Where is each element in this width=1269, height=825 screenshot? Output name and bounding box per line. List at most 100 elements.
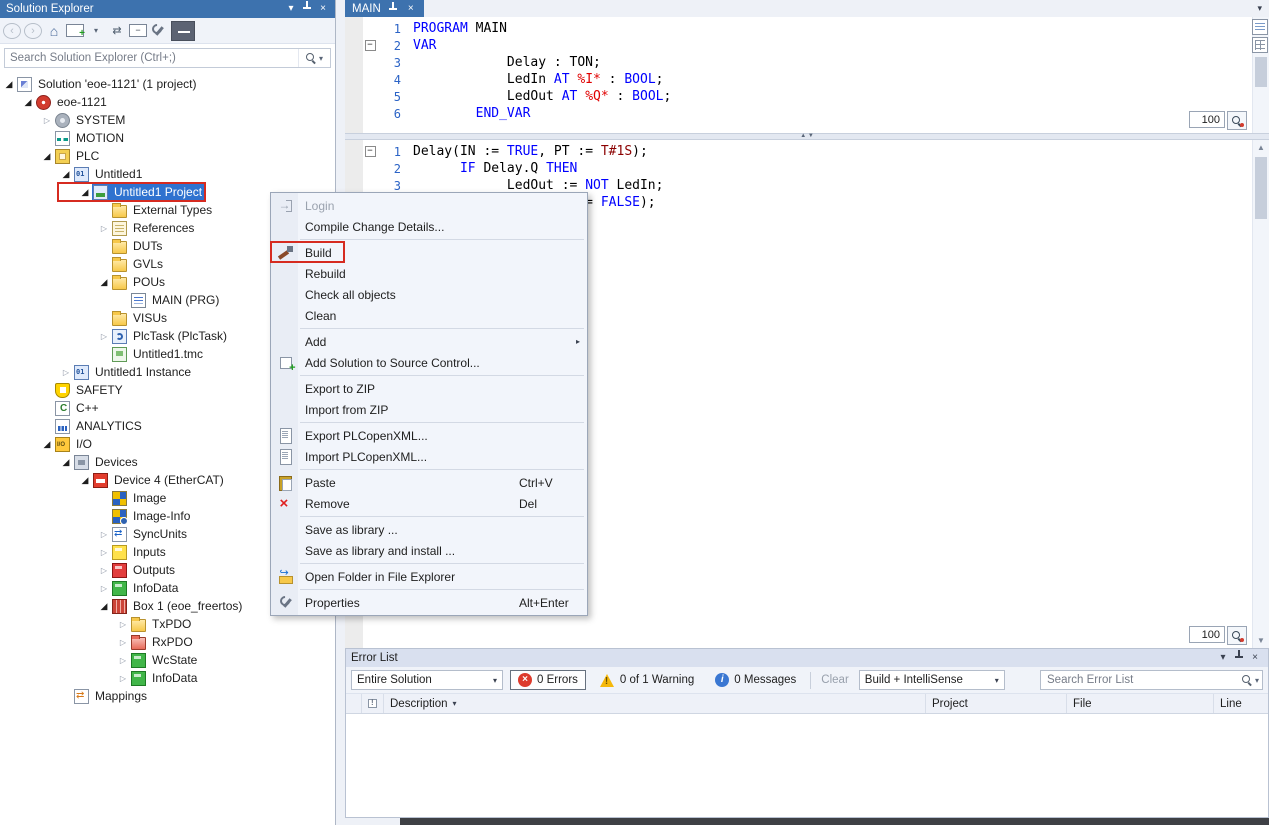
- tree-item-mappings[interactable]: Mappings: [0, 687, 335, 705]
- menu-item-import-from-zip[interactable]: Import from ZIP: [271, 399, 587, 420]
- expand-arrow-expanded-icon[interactable]: ◢: [97, 601, 111, 612]
- expand-arrow-expanded-icon[interactable]: ◢: [21, 97, 35, 108]
- pin-icon[interactable]: [1231, 650, 1247, 666]
- menu-item-save-as-library[interactable]: Save as library ...: [271, 519, 587, 540]
- flag-column-header[interactable]: [362, 694, 384, 713]
- fold-box-icon[interactable]: −: [365, 146, 376, 157]
- menu-item-add-solution-to-source-control[interactable]: Add Solution to Source Control...: [271, 352, 587, 373]
- expand-arrow-collapsed-icon[interactable]: ▷: [116, 674, 130, 683]
- tree-item-rxpdo[interactable]: ▷RxPDO: [0, 633, 335, 651]
- menu-item-properties[interactable]: PropertiesAlt+Enter: [271, 592, 587, 613]
- menu-item-compile-change-details[interactable]: Compile Change Details...: [271, 216, 587, 237]
- tree-item-eoe-1121[interactable]: ◢eoe-1121: [0, 93, 335, 111]
- scroll-up-icon[interactable]: ▲: [1253, 140, 1269, 155]
- errors-filter-button[interactable]: × 0 Errors: [510, 670, 586, 690]
- document-well-caret-icon[interactable]: ▾: [1250, 0, 1269, 17]
- menu-item-export-plcopenxml[interactable]: Export PLCopenXML...: [271, 425, 587, 446]
- expand-arrow-expanded-icon[interactable]: ◢: [59, 169, 73, 180]
- tree-item-plc[interactable]: ◢PLC: [0, 147, 335, 165]
- tab-pin-icon[interactable]: [387, 2, 399, 16]
- scrollbar-thumb[interactable]: [1255, 157, 1267, 219]
- tree-item-untitled1[interactable]: ◢Untitled1: [0, 165, 335, 183]
- close-icon[interactable]: ×: [315, 1, 331, 17]
- expand-arrow-collapsed-icon[interactable]: ▷: [97, 530, 111, 539]
- editor-pane-declarations[interactable]: 1PROGRAM MAIN−2VAR3 Delay : TON;4 LedIn …: [345, 17, 1269, 133]
- expand-arrow-expanded-icon[interactable]: ◢: [40, 151, 54, 162]
- file-column-header[interactable]: File: [1067, 694, 1214, 713]
- nav-back-icon[interactable]: [3, 23, 21, 39]
- error-list-body[interactable]: [346, 714, 1268, 817]
- severity-column-header[interactable]: [346, 694, 362, 713]
- scrollbar-thumb[interactable]: [1255, 57, 1267, 87]
- window-position-caret-icon[interactable]: ▾: [1215, 650, 1231, 666]
- scope-dropdown[interactable]: Entire Solution ▾: [351, 670, 503, 690]
- project-column-header[interactable]: Project: [926, 694, 1067, 713]
- properties-wrench-icon[interactable]: [150, 23, 168, 38]
- expand-arrow-collapsed-icon[interactable]: ▷: [97, 224, 111, 233]
- expand-arrow-collapsed-icon[interactable]: ▷: [97, 584, 111, 593]
- online-view-icon[interactable]: [1252, 19, 1268, 35]
- build-intellisense-dropdown[interactable]: Build + IntelliSense ▾: [859, 670, 1005, 690]
- tab-close-icon[interactable]: ×: [405, 3, 417, 15]
- zoom-level-bottom[interactable]: 100: [1189, 626, 1225, 643]
- menu-item-check-all-objects[interactable]: Check all objects: [271, 284, 587, 305]
- menu-item-paste[interactable]: PasteCtrl+V: [271, 472, 587, 493]
- menu-item-remove[interactable]: RemoveDel: [271, 493, 587, 514]
- pane2-scrollbar[interactable]: ▲ ▼: [1252, 140, 1269, 648]
- menu-item-clean[interactable]: Clean: [271, 305, 587, 326]
- fold-collapse-icon[interactable]: −: [363, 146, 377, 157]
- close-icon[interactable]: ×: [1247, 650, 1263, 666]
- tree-item-txpdo[interactable]: ▷TxPDO: [0, 615, 335, 633]
- expand-arrow-collapsed-icon[interactable]: ▷: [40, 116, 54, 125]
- sync-with-active-icon[interactable]: [108, 21, 126, 41]
- menu-item-build[interactable]: Build: [271, 242, 587, 263]
- description-column-header[interactable]: Description ▾: [384, 694, 926, 713]
- menu-item-export-to-zip[interactable]: Export to ZIP: [271, 378, 587, 399]
- menu-item-rebuild[interactable]: Rebuild: [271, 263, 587, 284]
- menu-item-save-as-library-and-install[interactable]: Save as library and install ...: [271, 540, 587, 561]
- editor-splitter[interactable]: ▲ ▼: [345, 133, 1269, 140]
- warnings-filter-button[interactable]: 0 of 1 Warning: [593, 670, 701, 690]
- error-search-input[interactable]: [1047, 674, 1239, 686]
- tree-item-infodata[interactable]: ▷InfoData: [0, 669, 335, 687]
- tree-item-wcstate[interactable]: ▷WcState: [0, 651, 335, 669]
- dropdown-caret-icon[interactable]: [87, 21, 105, 41]
- line-column-header[interactable]: Line: [1214, 694, 1268, 713]
- tree-item-solution-eoe-1121-1-project[interactable]: ◢Solution 'eoe-1121' (1 project): [0, 75, 335, 93]
- new-window-icon[interactable]: [66, 24, 84, 37]
- collapse-all-icon[interactable]: [129, 24, 147, 37]
- expand-arrow-collapsed-icon[interactable]: ▷: [97, 548, 111, 557]
- expand-arrow-collapsed-icon[interactable]: ▷: [59, 368, 73, 377]
- expand-arrow-expanded-icon[interactable]: ◢: [78, 187, 92, 198]
- search-icon-zone[interactable]: ▾: [298, 49, 330, 67]
- messages-filter-button[interactable]: i 0 Messages: [708, 670, 803, 690]
- search-input[interactable]: [5, 52, 298, 64]
- expand-arrow-collapsed-icon[interactable]: ▷: [116, 656, 130, 665]
- window-position-caret-icon[interactable]: ▾: [283, 1, 299, 17]
- expand-arrow-expanded-icon[interactable]: ◢: [78, 475, 92, 486]
- expand-arrow-collapsed-icon[interactable]: ▷: [116, 620, 130, 629]
- expand-arrow-expanded-icon[interactable]: ◢: [59, 457, 73, 468]
- scroll-down-icon[interactable]: ▼: [1253, 633, 1269, 648]
- fold-box-icon[interactable]: −: [365, 40, 376, 51]
- menu-item-add[interactable]: Add▸: [271, 331, 587, 352]
- clear-button[interactable]: Clear: [818, 674, 851, 686]
- table-view-icon[interactable]: [1252, 37, 1268, 53]
- home-icon[interactable]: [45, 21, 63, 41]
- expand-arrow-collapsed-icon[interactable]: ▷: [97, 332, 111, 341]
- tree-item-system[interactable]: ▷SYSTEM: [0, 111, 335, 129]
- expand-arrow-expanded-icon[interactable]: ◢: [97, 277, 111, 288]
- expand-arrow-expanded-icon[interactable]: ◢: [40, 439, 54, 450]
- zoom-magnifier-icon[interactable]: [1227, 111, 1247, 130]
- zoom-magnifier-icon[interactable]: [1227, 626, 1247, 645]
- zoom-level-top[interactable]: 100: [1189, 111, 1225, 128]
- menu-item-import-plcopenxml[interactable]: Import PLCopenXML...: [271, 446, 587, 467]
- tab-main[interactable]: MAIN ×: [345, 0, 424, 17]
- nav-forward-icon[interactable]: [24, 23, 42, 39]
- expand-arrow-collapsed-icon[interactable]: ▷: [116, 638, 130, 647]
- menu-item-open-folder-in-file-explorer[interactable]: Open Folder in File Explorer: [271, 566, 587, 587]
- tree-item-motion[interactable]: MOTION: [0, 129, 335, 147]
- preview-selected-toggle-icon[interactable]: [171, 21, 195, 41]
- expand-arrow-collapsed-icon[interactable]: ▷: [97, 566, 111, 575]
- expand-arrow-expanded-icon[interactable]: ◢: [2, 79, 16, 90]
